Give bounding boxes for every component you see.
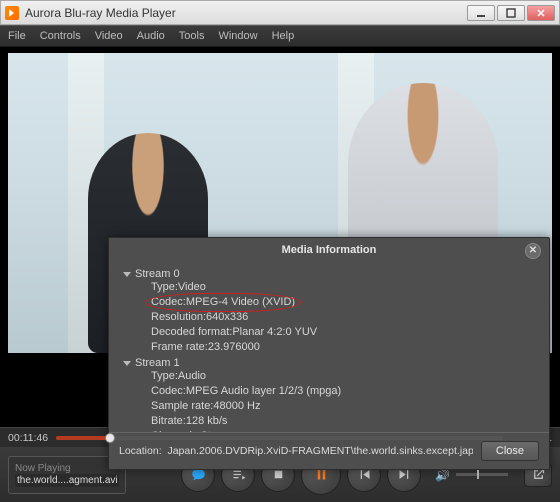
minimize-button[interactable] — [467, 5, 495, 21]
dialog-title: Media Information ✕ — [109, 238, 549, 262]
menu-video[interactable]: Video — [95, 30, 123, 42]
video-stage: Media Information ✕ Stream 0Type:VideoCo… — [0, 47, 560, 427]
menu-window[interactable]: Window — [218, 30, 257, 42]
menu-help[interactable]: Help — [272, 30, 295, 42]
location-value: Japan.2006.DVDRip.XviD-FRAGMENT\the.worl… — [167, 445, 472, 457]
stream-property: Decoded format:Planar 4:2:0 YUV — [123, 325, 535, 340]
stream-header[interactable]: Stream 0 — [123, 268, 535, 280]
now-playing-label: Now Playing — [15, 463, 119, 474]
stream-property: Type:Audio — [123, 369, 535, 384]
window-buttons — [467, 5, 555, 21]
stream-property: Frame rate:23.976000 — [123, 340, 535, 355]
dialog-title-text: Media Information — [282, 244, 377, 256]
stream-name: Stream 0 — [135, 268, 180, 280]
menu-controls[interactable]: Controls — [40, 30, 81, 42]
seek-thumb[interactable] — [105, 433, 115, 443]
menu-audio[interactable]: Audio — [137, 30, 165, 42]
stream-property: Type:Video — [123, 280, 535, 295]
now-playing-file: the.world....agment.avi — [15, 474, 119, 487]
maximize-button[interactable] — [497, 5, 525, 21]
menu-bar: File Controls Video Audio Tools Window H… — [0, 25, 560, 47]
expand-icon — [123, 272, 131, 277]
window-title: Aurora Blu-ray Media Player — [25, 6, 467, 20]
seek-track[interactable] — [56, 436, 503, 440]
volume-slider[interactable] — [456, 473, 508, 476]
stream-property: Codec:MPEG-4 Video (XVID) — [123, 295, 535, 310]
stream-property: Resolution:640x336 — [123, 310, 535, 325]
window-titlebar: Aurora Blu-ray Media Player — [0, 0, 560, 25]
menu-tools[interactable]: Tools — [179, 30, 205, 42]
menu-file[interactable]: File — [8, 30, 26, 42]
dialog-close-icon[interactable]: ✕ — [525, 243, 541, 259]
location-label: Location: — [119, 445, 162, 457]
dialog-body: Stream 0Type:VideoCodec:MPEG-4 Video (XV… — [109, 262, 549, 432]
stream-property: Sample rate:48000 Hz — [123, 399, 535, 414]
close-window-button[interactable] — [527, 5, 555, 21]
expand-icon — [123, 361, 131, 366]
stream-name: Stream 1 — [135, 357, 180, 369]
close-button[interactable]: Close — [481, 441, 539, 461]
location-row: Location: Japan.2006.DVDRip.XviD-FRAGMEN… — [119, 445, 473, 457]
time-elapsed: 00:11:46 — [8, 432, 48, 444]
stream-property: Bitrate:128 kb/s — [123, 414, 535, 429]
stream-property: Codec:MPEG Audio layer 1/2/3 (mpga) — [123, 384, 535, 399]
app-icon — [5, 6, 19, 20]
stream-header[interactable]: Stream 1 — [123, 357, 535, 369]
seek-fill — [56, 436, 110, 440]
